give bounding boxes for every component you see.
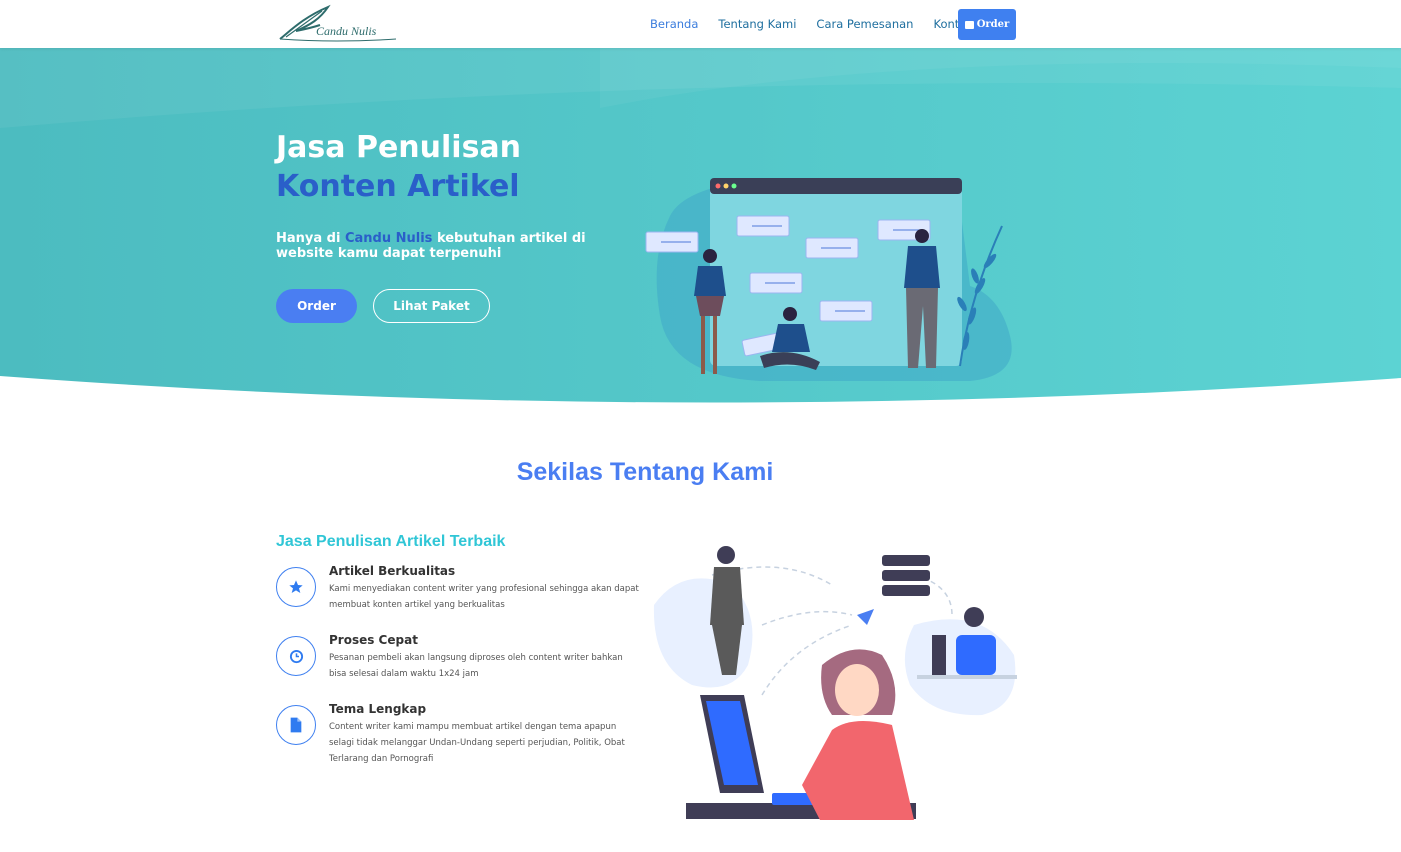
nav-order-button[interactable]: Order [958,9,1016,40]
feature-icon-circle [276,567,316,607]
about-subtitle: Jasa Penulisan Artikel Terbaik [276,533,506,550]
nav-menu: Beranda Tentang Kami Cara Pemesanan Kont… [640,0,983,48]
feature-title: Artikel Berkualitas [329,564,456,578]
feature-icon-circle [276,705,316,745]
document-icon [290,717,302,733]
hero-subtitle-prefix: Hanya di [276,231,345,246]
hero-title-line2: Konten Artikel [276,169,520,204]
feature-title: Tema Lengkap [329,702,427,716]
hero-subtitle: Hanya di Candu Nulis kebutuhan artikel d… [276,231,646,261]
feature-item: Tema Lengkap Content writer kami mampu m… [276,702,646,769]
navbar: Candu Nulis Beranda Tentang Kami Cara Pe… [0,0,1401,48]
feature-description: Pesanan pembeli akan langsung diproses o… [329,653,623,679]
nav-item-cara-pemesanan[interactable]: Cara Pemesanan [816,17,913,31]
hero-title-line1: Jasa Penulisan [276,130,522,165]
star-icon [289,580,303,593]
feature-icon-circle [276,636,316,676]
feature-title: Proses Cepat [329,633,418,647]
hero-subtitle-brand: Candu Nulis [344,231,433,246]
shopping-bag-icon [964,20,974,29]
hero-lihat-paket-button[interactable]: Lihat Paket [373,289,490,323]
feature-description: Kami menyediakan content writer yang pro… [329,584,639,610]
about-illustration [653,546,1017,820]
nav-order-label: Order [976,19,1010,30]
clock-icon [289,649,303,663]
svg-text:Candu Nulis: Candu Nulis [316,24,377,38]
section-title: Sekilas Tentang Kami [516,458,774,486]
feature-item: Artikel Berkualitas Kami menyediakan con… [276,564,646,631]
nav-item-tentang-kami[interactable]: Tentang Kami [718,17,796,31]
hero-section: Jasa Penulisan Konten Artikel Hanya di C… [0,48,1401,420]
feature-item: Proses Cepat Pesanan pembeli akan langsu… [276,633,646,700]
brand-logo[interactable]: Candu Nulis [276,3,402,43]
nav-item-beranda[interactable]: Beranda [650,17,698,31]
hero-order-button[interactable]: Order [276,289,357,323]
hero-illustration [645,178,1012,381]
hero-title: Jasa Penulisan Konten Artikel [276,128,521,206]
feature-description: Content writer kami mampu membuat artike… [329,722,625,764]
